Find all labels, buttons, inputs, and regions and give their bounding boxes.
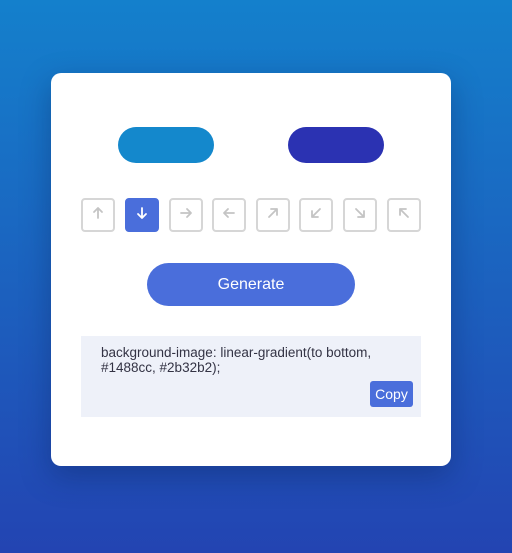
arrow-down-left-icon bbox=[309, 206, 323, 225]
gradient-generator-card: Generate background-image: linear-gradie… bbox=[51, 73, 451, 466]
direction-selector bbox=[81, 198, 421, 232]
generate-button[interactable]: Generate bbox=[147, 263, 355, 306]
color-2-swatch[interactable] bbox=[288, 127, 384, 163]
direction-down-right-button[interactable] bbox=[343, 198, 377, 232]
color-1-swatch[interactable] bbox=[118, 127, 214, 163]
css-output-text: background-image: linear-gradient(to bot… bbox=[101, 345, 372, 375]
direction-up-right-button[interactable] bbox=[256, 198, 290, 232]
arrow-up-left-icon bbox=[397, 206, 411, 225]
arrow-up-icon bbox=[91, 206, 105, 225]
arrow-right-icon bbox=[179, 206, 193, 225]
arrow-down-right-icon bbox=[353, 206, 367, 225]
direction-up-button[interactable] bbox=[81, 198, 115, 232]
css-output-box: background-image: linear-gradient(to bot… bbox=[81, 336, 421, 417]
direction-right-button[interactable] bbox=[169, 198, 203, 232]
arrow-up-right-icon bbox=[266, 206, 280, 225]
arrow-down-icon bbox=[135, 206, 149, 225]
arrow-left-icon bbox=[222, 206, 236, 225]
direction-up-left-button[interactable] bbox=[387, 198, 421, 232]
direction-down-left-button[interactable] bbox=[299, 198, 333, 232]
direction-left-button[interactable] bbox=[212, 198, 246, 232]
direction-down-button[interactable] bbox=[125, 198, 159, 232]
copy-button[interactable]: Copy bbox=[370, 381, 413, 407]
